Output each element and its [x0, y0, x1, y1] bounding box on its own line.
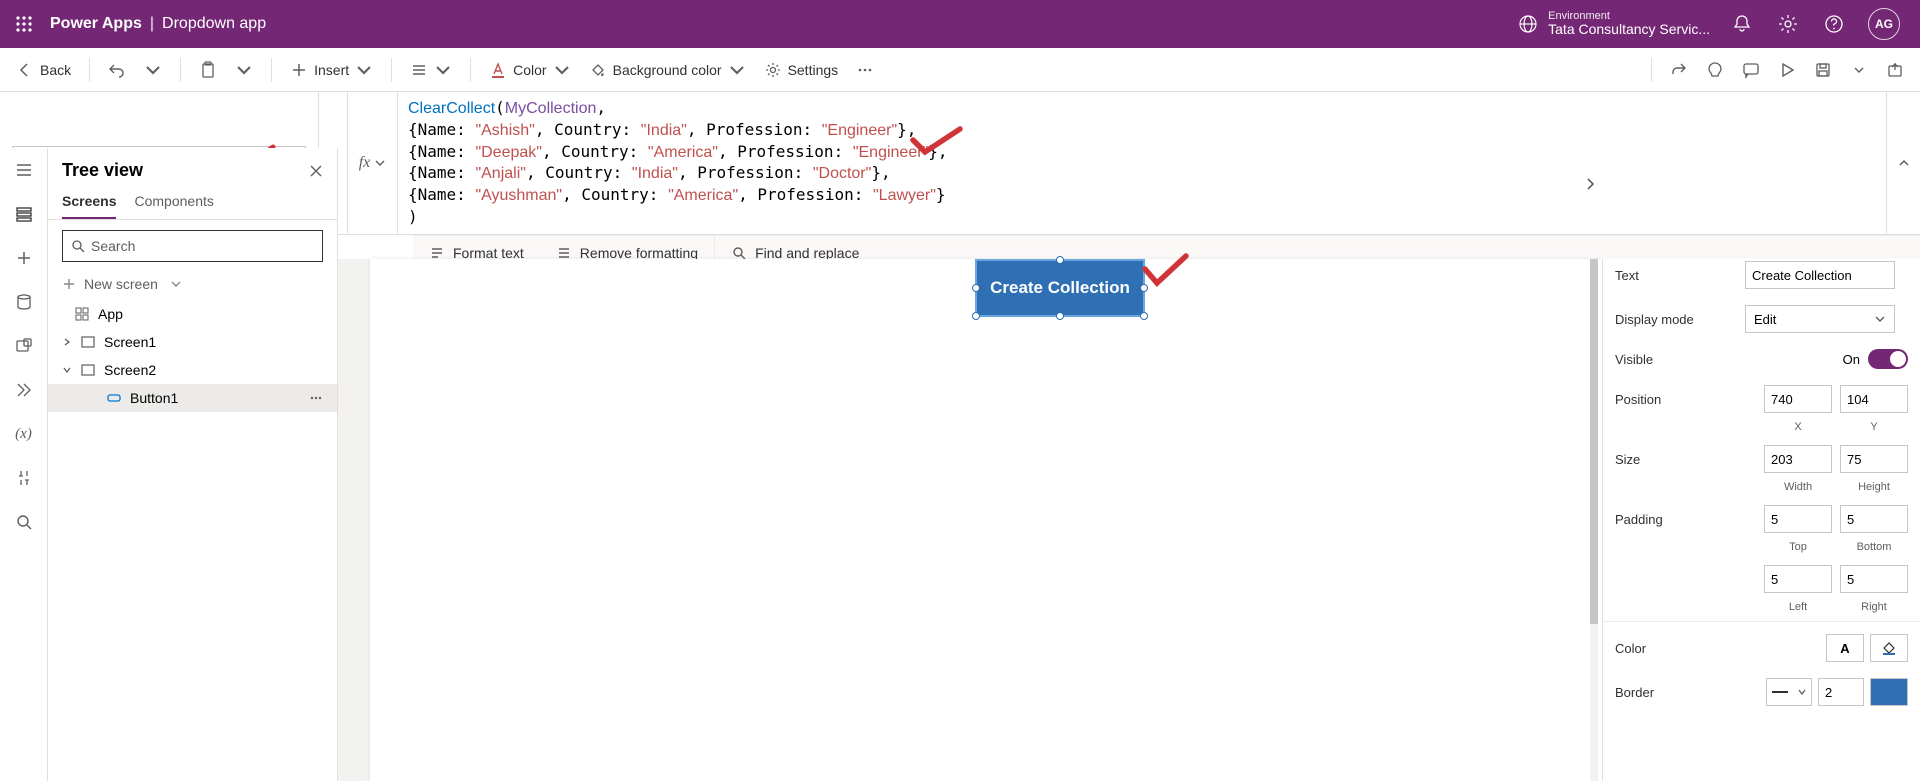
canvas-button-control[interactable]: Create Collection: [975, 259, 1145, 317]
help-icon[interactable]: [1822, 12, 1846, 36]
user-avatar[interactable]: AG: [1868, 8, 1900, 40]
formula-editor[interactable]: ClearCollect(MyCollection, {Name: "Ashis…: [398, 92, 1886, 234]
save-button[interactable]: [1808, 55, 1838, 85]
prop-font-color[interactable]: A: [1826, 634, 1864, 662]
chevron-right-icon: [62, 337, 72, 347]
prop-color-label: Color: [1615, 641, 1735, 656]
prop-text-input[interactable]: [1745, 261, 1895, 289]
tab-components[interactable]: Components: [134, 185, 213, 219]
media-icon[interactable]: [12, 334, 36, 358]
prop-visible-value: On: [1843, 352, 1860, 367]
undo-button[interactable]: [102, 57, 132, 83]
insert-rail-icon[interactable]: [12, 246, 36, 270]
tree-view-icon[interactable]: [12, 202, 36, 226]
button-control-icon: [106, 390, 122, 406]
app-launcher-icon[interactable]: [8, 8, 40, 40]
environment-name: Tata Consultancy Servic...: [1548, 22, 1710, 37]
fx-button[interactable]: fx: [348, 92, 398, 234]
search-icon: [71, 239, 85, 253]
prop-position-x[interactable]: [1764, 385, 1832, 413]
notifications-icon[interactable]: [1730, 12, 1754, 36]
environment-picker[interactable]: Environment Tata Consultancy Servic...: [1518, 10, 1710, 37]
save-dropdown[interactable]: [1844, 55, 1874, 85]
formula-expand-button[interactable]: [1886, 92, 1920, 234]
tree-item-button1[interactable]: Button1: [48, 384, 337, 412]
more-icon[interactable]: [309, 391, 323, 405]
settings-button[interactable]: Settings: [758, 57, 845, 83]
tree-search-input[interactable]: Search: [62, 230, 323, 262]
power-automate-icon[interactable]: [12, 378, 36, 402]
tree-view-panel: Tree view Screens Components Search New …: [48, 148, 338, 781]
prop-position-label: Position: [1615, 392, 1735, 407]
command-bar: Back Insert Color Background color Setti…: [0, 48, 1920, 92]
app-checker-button[interactable]: [1700, 55, 1730, 85]
canvas-scrollbar[interactable]: [1590, 259, 1598, 781]
properties-panel: Text Display mode Edit Visible On Positi…: [1602, 259, 1920, 781]
tools-icon[interactable]: [12, 466, 36, 490]
comments-button[interactable]: [1736, 55, 1766, 85]
insert-button[interactable]: Insert: [284, 57, 379, 83]
new-screen-button[interactable]: New screen: [48, 272, 337, 300]
prop-border-color[interactable]: [1870, 678, 1908, 706]
prop-padding-top[interactable]: [1764, 505, 1832, 533]
environment-label: Environment: [1548, 10, 1710, 22]
app-name[interactable]: Dropdown app: [162, 15, 266, 33]
properties-expand-icon[interactable]: [1578, 169, 1602, 199]
chevron-down-icon: [62, 365, 72, 375]
prop-size-height[interactable]: [1840, 445, 1908, 473]
share-button[interactable]: [1664, 55, 1694, 85]
background-color-button[interactable]: Background color: [583, 57, 752, 83]
prop-displaymode-select[interactable]: Edit: [1745, 305, 1895, 333]
prop-size-label: Size: [1615, 452, 1735, 467]
prop-position-y[interactable]: [1840, 385, 1908, 413]
prop-size-width[interactable]: [1764, 445, 1832, 473]
settings-gear-icon[interactable]: [1776, 12, 1800, 36]
prop-visible-label: Visible: [1615, 352, 1735, 367]
publish-button[interactable]: [1880, 55, 1910, 85]
back-button[interactable]: Back: [10, 57, 77, 83]
globe-icon: [1518, 14, 1538, 34]
prop-displaymode-label: Display mode: [1615, 312, 1735, 327]
prop-border-width[interactable]: [1818, 678, 1864, 706]
app-header: Power Apps | Dropdown app Environment Ta…: [0, 0, 1920, 48]
paste-button[interactable]: [193, 57, 223, 83]
tree-item-screen2[interactable]: Screen2: [48, 356, 337, 384]
prop-padding-label: Padding: [1615, 512, 1735, 527]
data-icon[interactable]: [12, 290, 36, 314]
variables-icon[interactable]: (x): [12, 422, 36, 446]
app-icon: [74, 306, 90, 322]
close-icon[interactable]: [309, 164, 323, 178]
prop-padding-left[interactable]: [1764, 565, 1832, 593]
more-button[interactable]: [850, 57, 880, 83]
prop-text-label: Text: [1615, 268, 1735, 283]
prop-padding-bottom[interactable]: [1840, 505, 1908, 533]
hamburger-icon[interactable]: [12, 158, 36, 182]
prop-padding-right[interactable]: [1840, 565, 1908, 593]
annotation-check-icon: [1140, 251, 1190, 291]
product-name[interactable]: Power Apps: [50, 15, 142, 33]
paste-dropdown[interactable]: [229, 57, 259, 83]
prop-border-label: Border: [1615, 685, 1735, 700]
screen-icon: [80, 334, 96, 350]
prop-visible-toggle[interactable]: [1868, 349, 1908, 369]
font-color-button[interactable]: Color: [483, 57, 576, 83]
left-rail: (x): [0, 148, 48, 781]
layout-button[interactable]: [404, 57, 458, 83]
annotation-check-icon: [908, 124, 964, 160]
preview-button[interactable]: [1772, 55, 1802, 85]
undo-dropdown[interactable]: [138, 57, 168, 83]
canvas-area[interactable]: Create Collection: [338, 259, 1602, 781]
tab-screens[interactable]: Screens: [62, 185, 116, 219]
tree-item-screen1[interactable]: Screen1: [48, 328, 337, 356]
prop-fill-color[interactable]: [1870, 634, 1908, 662]
tree-item-app[interactable]: App: [48, 300, 337, 328]
screen-icon: [80, 362, 96, 378]
search-rail-icon[interactable]: [12, 510, 36, 534]
tree-view-title: Tree view: [62, 160, 143, 181]
title-separator: |: [150, 15, 154, 33]
prop-border-style[interactable]: [1766, 678, 1812, 706]
